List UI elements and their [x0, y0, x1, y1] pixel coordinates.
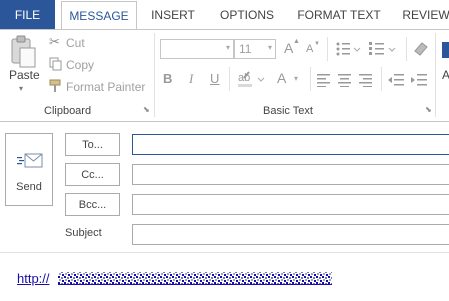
align-left-icon [317, 74, 330, 87]
format-painter-label: Format Painter [66, 80, 146, 94]
format-painter-button[interactable]: Format Painter [49, 78, 149, 96]
send-envelope-icon [17, 153, 43, 168]
cc-field[interactable] [132, 164, 449, 185]
scissors-icon: ✂ [49, 34, 60, 49]
subject-label: Subject [65, 227, 102, 239]
names-group-partial-label: A [442, 68, 449, 82]
link-prefix: http:// [17, 271, 50, 286]
send-label: Send [16, 181, 42, 193]
decrease-indent-icon [388, 74, 404, 86]
group-separator [310, 67, 311, 91]
font-size-value: 11 [239, 42, 252, 56]
tab-options[interactable]: OPTIONS [211, 0, 283, 29]
clipboard-group-label: Clipboard [44, 105, 92, 117]
italic-button[interactable]: I [189, 71, 193, 87]
align-center-button[interactable] [337, 73, 353, 92]
chevron-down-icon: ▾ [267, 43, 272, 52]
bullets-icon [336, 42, 361, 56]
font-size-combo[interactable]: 11 ▾ [234, 39, 276, 59]
group-separator [154, 33, 155, 117]
font-color-glyph: A [277, 70, 287, 86]
cc-button[interactable]: Cc... [65, 163, 120, 186]
copy-icon [49, 57, 62, 71]
dialog-launcher-icon[interactable]: ⬊ [425, 105, 432, 114]
copy-button[interactable]: Copy [49, 56, 149, 74]
grow-font-glyph: A [284, 40, 294, 56]
group-separator [381, 67, 382, 91]
to-field[interactable] [132, 134, 449, 155]
increase-indent-button[interactable] [410, 73, 428, 92]
tab-message[interactable]: MESSAGE [61, 1, 137, 30]
basic-text-group-label: Basic Text [263, 105, 313, 117]
copy-label: Copy [66, 58, 95, 72]
format-painter-icon [49, 79, 61, 92]
shrink-font-button[interactable]: A ▼ [306, 41, 322, 58]
caret-down-icon: ▼ [314, 41, 320, 47]
bcc-field[interactable] [132, 194, 449, 215]
font-name-combo[interactable]: ▾ [160, 39, 234, 59]
bullets-button[interactable] [335, 39, 361, 59]
align-right-icon [359, 74, 372, 87]
caret-up-icon: ▲ [293, 38, 300, 45]
numbering-button[interactable] [368, 39, 398, 59]
tab-file[interactable]: FILE [0, 0, 55, 29]
font-color-button[interactable]: A ▾ [275, 70, 305, 90]
highlight-button[interactable]: ab [236, 70, 268, 90]
bold-button[interactable]: B [163, 71, 172, 86]
subject-field[interactable] [132, 224, 449, 245]
group-separator [327, 37, 328, 61]
send-button[interactable]: Send [5, 133, 53, 206]
underline-button[interactable]: U [210, 71, 219, 86]
tab-review[interactable]: REVIEW [398, 0, 449, 29]
cut-button[interactable]: ✂ Cut [49, 34, 149, 52]
bcc-button[interactable]: Bcc... [65, 193, 120, 216]
to-button[interactable]: To... [65, 133, 120, 156]
tab-insert[interactable]: INSERT [143, 0, 203, 29]
increase-indent-icon [411, 74, 427, 86]
eraser-icon [414, 42, 428, 56]
group-separator [435, 33, 436, 117]
paste-label: Paste [9, 68, 40, 82]
grow-font-button[interactable]: A ▲ [284, 38, 300, 58]
cut-label: Cut [66, 36, 85, 50]
numbering-icon [369, 42, 396, 55]
align-left-button[interactable] [316, 73, 332, 92]
shrink-font-glyph: A [306, 43, 314, 55]
align-right-button[interactable] [358, 73, 374, 92]
dialog-launcher-icon[interactable]: ⬊ [143, 105, 150, 114]
clear-formatting-button[interactable] [412, 40, 430, 58]
chevron-down-icon: ▾ [225, 43, 230, 52]
group-separator [406, 37, 407, 61]
decrease-indent-button[interactable] [387, 73, 405, 92]
body-divider [0, 252, 449, 253]
address-book-icon[interactable] [442, 42, 449, 58]
highlighter-icon: ab [238, 71, 265, 87]
chevron-down-icon: ▾ [294, 74, 299, 83]
redacted-link-text [58, 272, 332, 285]
group-separator [229, 67, 230, 91]
ribbon-tab-bar: FILE MESSAGE INSERT OPTIONS FORMAT TEXT … [0, 0, 449, 30]
align-center-icon [338, 74, 351, 87]
chevron-down-icon: ▾ [19, 84, 24, 93]
paste-icon [11, 35, 36, 68]
tab-format-text[interactable]: FORMAT TEXT [291, 0, 387, 29]
message-body-link[interactable]: http:// [17, 271, 50, 286]
paste-button[interactable]: Paste ▾ [6, 35, 40, 95]
